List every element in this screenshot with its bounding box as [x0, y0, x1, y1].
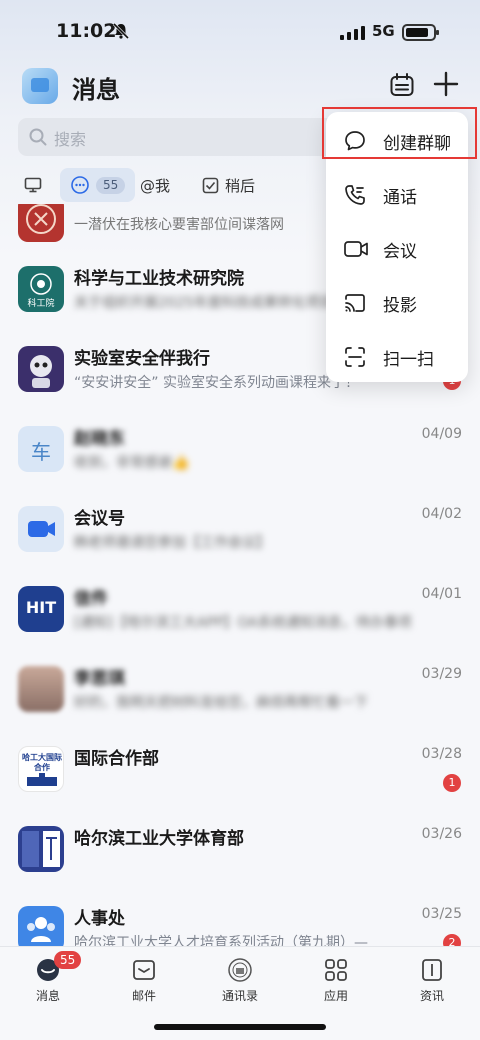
list-item[interactable]: 人事处 哈尔滨工业大学人才培育系列活动（第九期）— 03/25 2 [0, 900, 480, 946]
conversation-name: 实验室安全伴我行 [74, 349, 210, 369]
avatar: HIT [18, 586, 64, 632]
monitor-icon [24, 177, 42, 193]
menu-item-label: 扫一扫 [383, 349, 434, 370]
menu-item-scan[interactable]: 扫一扫 [326, 330, 468, 384]
checkbox-icon [202, 177, 219, 193]
list-item[interactable]: 哈工大国际合作 国际合作部 03/28 1 [0, 740, 480, 820]
calendar-icon[interactable] [389, 72, 415, 98]
conversation-date: 04/02 [421, 506, 462, 522]
status-bar: 11:02 5G [0, 0, 480, 62]
news-icon [422, 959, 442, 981]
chat-dots-icon [71, 176, 89, 194]
menu-item-label: 会议 [383, 241, 417, 262]
unread-badge: 1 [443, 774, 461, 792]
menu-item-label: 通话 [383, 187, 417, 208]
grid-apps-icon [325, 959, 347, 981]
filter-desktop[interactable] [24, 168, 42, 202]
network-type: 5G [372, 22, 395, 40]
tab-contacts-label: 通讯录 [221, 989, 258, 1003]
filter-mentions[interactable]: @我 [140, 168, 170, 202]
tab-contacts[interactable]: 通讯录 [200, 957, 280, 1004]
menu-item-call[interactable]: 通话 [326, 168, 468, 222]
menu-item-label: 投影 [383, 295, 417, 316]
avatar-text: 科工院 [27, 299, 55, 309]
mail-icon [133, 960, 155, 980]
contacts-emblem-icon [228, 958, 252, 982]
conversation-name: 科学与工业技术研究院 [74, 269, 244, 289]
conversation-name: 会议号 [74, 509, 125, 529]
filter-chats[interactable]: 55 [60, 168, 136, 202]
tab-messages[interactable]: 消息 55 [8, 951, 88, 1004]
avatar [18, 906, 64, 946]
conversation-preview: [通知]【哈尔滨工大APP】OA系统通知消息，待办事项 [74, 615, 412, 631]
conversation-date: 03/29 [421, 666, 462, 682]
list-item[interactable]: 哈尔滨工业大学体育部 03/26 [0, 820, 480, 900]
conversation-date: 04/01 [421, 586, 462, 602]
app-logo[interactable] [22, 68, 58, 104]
conversation-preview: 收到，非常感谢👍 [74, 455, 190, 471]
status-time: 11:02 [56, 20, 117, 42]
page-title: 消息 [72, 76, 120, 104]
avatar: 哈工大国际合作 [18, 746, 64, 792]
add-icon[interactable] [432, 70, 460, 98]
avatar-text: 哈工大国际合作 [22, 753, 62, 772]
conversation-date: 03/28 [421, 746, 462, 762]
tab-apps[interactable]: 应用 [296, 957, 376, 1004]
avatar [18, 506, 64, 552]
conversation-name: 李思琪 [74, 669, 125, 689]
conversation-preview: 好的，我明天把材料发给您，麻烦再帮忙看一下 [74, 695, 368, 711]
cast-icon [345, 294, 365, 312]
tab-mail[interactable]: 邮件 [104, 957, 184, 1004]
silent-bell-icon [112, 22, 130, 40]
video-camera-icon [344, 241, 368, 257]
scan-icon [345, 347, 365, 367]
home-indicator [154, 1024, 326, 1030]
battery-icon [402, 24, 439, 41]
conversation-name: 国际合作部 [74, 749, 159, 769]
chat-count-badge: 55 [96, 176, 126, 194]
tab-mail-label: 邮件 [131, 989, 156, 1003]
conversation-date: 03/25 [421, 906, 462, 922]
list-item[interactable]: 李思琪 好的，我明天把材料发给您，麻烦再帮忙看一下 03/29 [0, 660, 480, 740]
tab-news[interactable]: 资讯 [392, 957, 472, 1004]
avatar [18, 204, 64, 242]
avatar: 车 [18, 426, 64, 472]
tab-messages-label: 消息 [35, 989, 60, 1003]
signal-icon [340, 25, 365, 40]
list-item[interactable]: 会议号 韩老师邀请您参加【工作会议】 04/02 [0, 500, 480, 580]
conversation-name: 哈尔滨工业大学体育部 [74, 829, 244, 849]
avatar [18, 826, 64, 872]
avatar [18, 346, 64, 392]
avatar-text: HIT [25, 598, 57, 617]
list-item[interactable]: HIT 信件 [通知]【哈尔滨工大APP】OA系统通知消息，待办事项 04/01 [0, 580, 480, 660]
filter-later[interactable]: 稍后 [202, 168, 255, 202]
conversation-preview: 韩老师邀请您参加【工作会议】 [74, 535, 270, 551]
conversation-date: 03/26 [421, 826, 462, 842]
tab-apps-label: 应用 [323, 989, 348, 1003]
conversation-date: 04/09 [421, 426, 462, 442]
filter-later-label: 稍后 [225, 176, 256, 195]
search-icon [29, 128, 47, 146]
filter-mentions-label: @我 [140, 176, 171, 195]
avatar-text: 车 [31, 440, 51, 464]
tab-messages-badge: 55 [54, 951, 82, 969]
menu-item-meeting[interactable]: 会议 [326, 222, 468, 276]
conversation-name: 信件 [74, 589, 108, 609]
tab-news-label: 资讯 [419, 989, 444, 1003]
list-item[interactable]: 车 赵晓东 收到，非常感谢👍 04/09 [0, 420, 480, 500]
unread-badge: 2 [443, 934, 461, 946]
conversation-name: 人事处 [74, 909, 125, 929]
phone-icon [345, 185, 365, 205]
menu-item-cast[interactable]: 投影 [326, 276, 468, 330]
conversation-preview: 哈尔滨工业大学人才培育系列活动（第九期）— [74, 935, 368, 946]
conversation-name: 赵晓东 [74, 429, 125, 449]
avatar: 科工院 [18, 266, 64, 312]
highlight-box [322, 107, 477, 159]
messages-page: 11:02 5G 消息 搜索 55 @我 稍后 一潜伏在我核心要害部位间谍落网 … [0, 0, 480, 1040]
avatar [18, 666, 64, 712]
search-placeholder: 搜索 [54, 130, 87, 149]
